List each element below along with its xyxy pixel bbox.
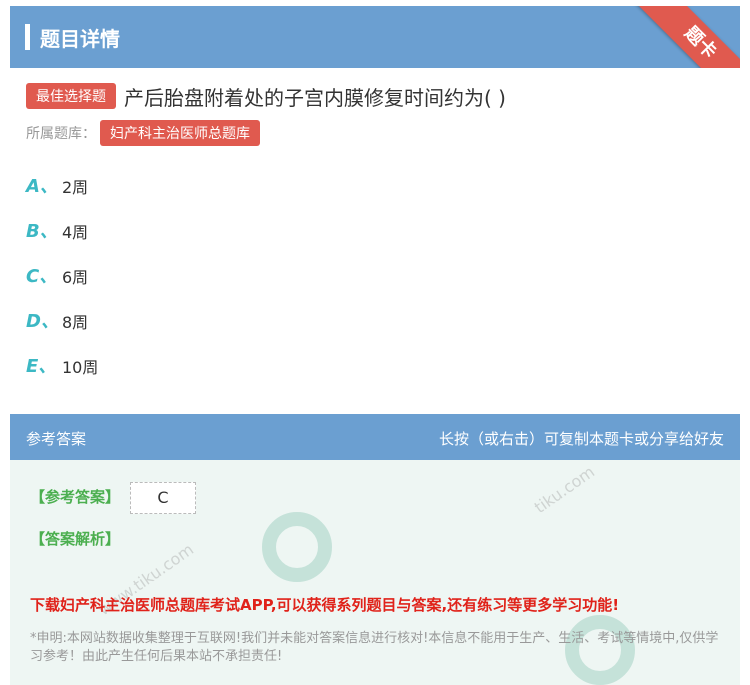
disclaimer-text: *申明:本网站数据收集整理于互联网!我们并未能对答案信息进行核对!本信息不能用于… (30, 631, 719, 664)
answer-panel: www.tiku.com tiku.com 【参考答案】 C 【答案解析】 下载… (10, 460, 740, 685)
bank-label: 所属题库： (26, 126, 96, 142)
question-text: 产后胎盘附着处的子宫内膜修复时间约为( ) (124, 85, 506, 110)
option-letter: C、 (26, 266, 58, 287)
question-type-badge: 最佳选择题 (26, 83, 116, 109)
bank-tag[interactable]: 妇产科主治医师总题库 (100, 120, 260, 146)
watermark-logo-icon (262, 512, 332, 582)
option-b[interactable]: B、 4周 (26, 217, 98, 262)
option-text: 6周 (62, 268, 89, 287)
option-text: 2周 (62, 178, 89, 197)
answer-value: C (130, 482, 196, 514)
answer-label: 【参考答案】 (30, 488, 121, 506)
page-title: 题目详情 (40, 27, 120, 51)
option-letter: A、 (26, 176, 58, 197)
options-list: A、 2周 B、 4周 C、 6周 D、 8周 E、 10周 (26, 172, 98, 397)
option-d[interactable]: D、 8周 (26, 307, 98, 352)
watermark-text: tiku.com (530, 461, 599, 518)
option-text: 4周 (62, 223, 89, 242)
option-letter: D、 (26, 311, 59, 332)
question-line: 最佳选择题 产后胎盘附着处的子宫内膜修复时间约为( ) (26, 82, 506, 110)
option-a[interactable]: A、 2周 (26, 172, 98, 217)
app-promo-link[interactable]: 下载妇产科主治医师总题库考试APP,可以获得系列题目与答案,还有练习等更多学习功… (30, 594, 619, 615)
option-letter: E、 (26, 356, 57, 377)
option-text: 8周 (62, 313, 89, 332)
corner-ribbon: 题卡 (620, 6, 740, 68)
header-accent-bar (25, 24, 30, 50)
question-bank: 所属题库： 妇产科主治医师总题库 (26, 120, 260, 146)
option-c[interactable]: C、 6周 (26, 262, 98, 307)
share-hint: 长按（或右击）可复制本题卡或分享给好友 (438, 430, 724, 448)
option-letter: B、 (26, 221, 58, 242)
explanation-label: 【答案解析】 (30, 530, 121, 548)
answer-bar: 参考答案 长按（或右击）可复制本题卡或分享给好友 (10, 414, 740, 460)
answer-bar-title: 参考答案 (26, 430, 87, 448)
option-text: 10周 (62, 358, 99, 377)
header-bar: 题目详情 题卡 (10, 6, 740, 68)
option-e[interactable]: E、 10周 (26, 352, 98, 397)
